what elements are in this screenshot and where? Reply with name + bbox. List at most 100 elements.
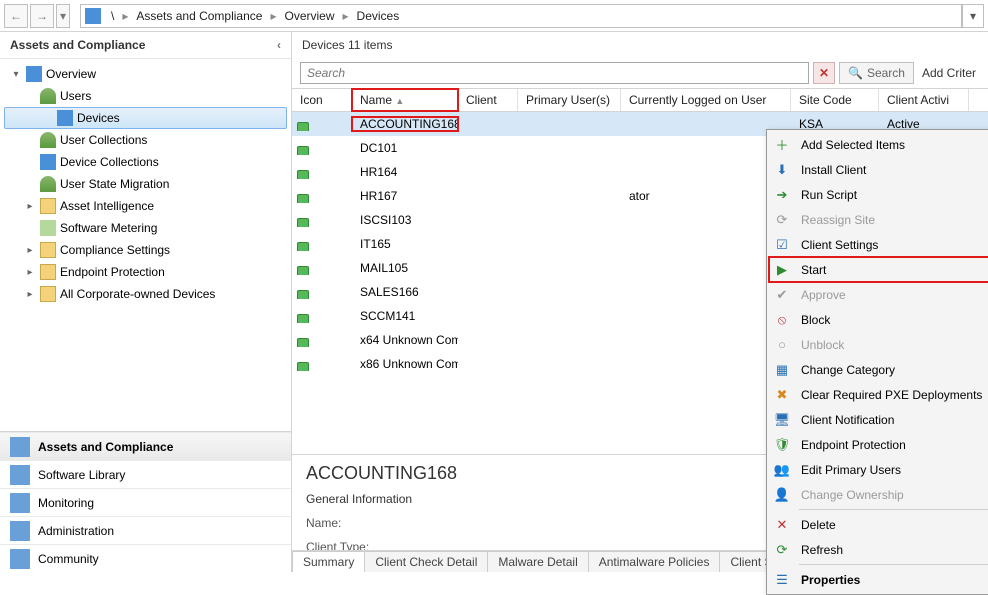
menu-item-reassign-site: ⟳Reassign Site [769, 207, 988, 232]
menu-label: Properties [801, 573, 988, 587]
workspace-monitoring[interactable]: Monitoring [0, 488, 291, 516]
workspace-community[interactable]: Community [0, 544, 291, 572]
cell-name: HR167 [352, 189, 458, 203]
tree-item-label: User Collections [60, 133, 147, 147]
menu-item-install-client[interactable]: ⬇Install Client [769, 157, 988, 182]
menu-item-change-category[interactable]: ▦Change Category [769, 357, 988, 382]
workspace-assets-and-compliance[interactable]: Assets and Compliance [0, 432, 291, 460]
menu-label: Install Client [801, 163, 988, 177]
tree-item-users[interactable]: Users [0, 85, 291, 107]
expand-icon[interactable]: ▾ [10, 69, 22, 80]
misc-icon [40, 220, 56, 236]
nav-back-button[interactable]: ← [4, 4, 28, 28]
search-button[interactable]: 🔍 Search [839, 62, 914, 84]
workspace-label: Assets and Compliance [38, 440, 173, 454]
th-icon[interactable]: Icon [292, 89, 352, 111]
content-header: Devices 11 items [292, 32, 988, 58]
sort-asc-icon: ▲ [395, 96, 404, 106]
tree-item-label: Asset Intelligence [60, 199, 154, 213]
menu-item-delete[interactable]: ✕DeleteDelete [769, 512, 988, 537]
tree-item-device-collections[interactable]: Device Collections [0, 151, 291, 173]
top-nav-bar: ← → ▾ \▸ Assets and Compliance▸ Overview… [0, 0, 988, 32]
expand-icon[interactable]: ▸ [24, 245, 36, 256]
breadcrumb[interactable]: \▸ Assets and Compliance▸ Overview▸ Devi… [80, 4, 962, 28]
cell-name: MAIL105 [352, 261, 458, 275]
menu-label: Run Script [801, 188, 988, 202]
folder-icon [40, 242, 56, 258]
menu-item-properties[interactable]: ☰Properties [769, 567, 988, 592]
menu-item-unblock: ○Unblock [769, 332, 988, 357]
expand-icon[interactable]: ▸ [24, 289, 36, 300]
search-clear-button[interactable]: ✕ [813, 62, 835, 84]
breadcrumb-p2[interactable]: Overview [278, 9, 340, 23]
th-logged[interactable]: Currently Logged on User [621, 89, 791, 111]
tree-item-user-state-migration[interactable]: User State Migration [0, 173, 291, 195]
menu-item-client-notification[interactable]: 🖥Client Notification▶ [769, 407, 988, 432]
device-context-menu: ＋Add Selected Items▶⬇Install Client➔Run … [766, 129, 988, 595]
tree-item-label: Devices [77, 111, 120, 125]
tree-item-devices[interactable]: Devices [4, 107, 287, 129]
tab-antimalware-policies[interactable]: Antimalware Policies [588, 551, 721, 572]
breadcrumb-p1[interactable]: Assets and Compliance [130, 9, 268, 23]
tree-item-asset-intelligence[interactable]: ▸ Asset Intelligence [0, 195, 291, 217]
workspace-label: Monitoring [38, 496, 94, 510]
cell-name: IT165 [352, 237, 458, 251]
workspace-icon [10, 549, 30, 569]
menu-item-refresh[interactable]: ⟳RefreshF5 [769, 537, 988, 562]
tree-item-endpoint-protection[interactable]: ▸Endpoint Protection [0, 261, 291, 283]
workspace-administration[interactable]: Administration [0, 516, 291, 544]
workspace-icon [10, 493, 30, 513]
th-primary[interactable]: Primary User(s) [518, 89, 621, 111]
tree-item-software-metering[interactable]: Software Metering [0, 217, 291, 239]
menu-icon: ▶ [773, 261, 791, 279]
tree-item-label: Overview [46, 67, 96, 81]
expand-icon[interactable]: ▸ [24, 267, 36, 278]
th-activ[interactable]: Client Activi [879, 89, 969, 111]
menu-label: Client Settings [801, 238, 988, 252]
th-name[interactable]: Name ▲ [352, 89, 458, 111]
breadcrumb-root[interactable]: \ [105, 9, 120, 23]
breadcrumb-dropdown[interactable]: ▾ [962, 4, 984, 28]
cell-name: ISCSI103 [352, 213, 458, 227]
search-icon: 🔍 [848, 66, 863, 80]
tab-client-check-detail[interactable]: Client Check Detail [364, 551, 488, 572]
menu-item-add-selected-items[interactable]: ＋Add Selected Items▶ [769, 132, 988, 157]
sidebar-collapse-icon[interactable]: ‹ [277, 38, 281, 52]
menu-label: Change Ownership [801, 488, 988, 502]
menu-separator [799, 564, 988, 565]
tree-item-compliance-settings[interactable]: ▸Compliance Settings [0, 239, 291, 261]
expand-icon[interactable]: ▸ [24, 201, 36, 212]
menu-item-block[interactable]: ⦸Block [769, 307, 988, 332]
workspace-software-library[interactable]: Software Library [0, 460, 291, 488]
tab-summary[interactable]: Summary [292, 551, 365, 572]
th-site[interactable]: Site Code [791, 89, 879, 111]
add-criteria-link[interactable]: Add Criter [918, 66, 980, 80]
menu-item-endpoint-protection[interactable]: 🛡Endpoint Protection▶ [769, 432, 988, 457]
nav-history-dropdown[interactable]: ▾ [56, 4, 70, 28]
menu-icon: ✖ [773, 386, 791, 404]
menu-label: Add Selected Items [801, 138, 988, 152]
tree-item-all-corporate-owned-devices[interactable]: ▸All Corporate-owned Devices [0, 283, 291, 305]
nav-forward-button[interactable]: → [30, 4, 54, 28]
menu-item-edit-primary-users[interactable]: 👥Edit Primary Users [769, 457, 988, 482]
search-input[interactable] [300, 62, 809, 84]
menu-item-start[interactable]: ▶Start▶ [769, 257, 988, 282]
workspace-nav: Assets and Compliance Software Library Mon… [0, 431, 291, 572]
workspace-icon [10, 437, 30, 457]
menu-item-client-settings[interactable]: ☑Client Settings▶ [769, 232, 988, 257]
menu-icon: 🛡 [773, 436, 791, 454]
cell-name: ACCOUNTING168 [352, 117, 458, 131]
users-icon [40, 132, 56, 148]
menu-icon: ✔ [773, 286, 791, 304]
tree-item-overview[interactable]: ▾ Overview [0, 63, 291, 85]
breadcrumb-root-icon [85, 8, 101, 24]
tree-item-user-collections[interactable]: User Collections [0, 129, 291, 151]
tab-malware-detail[interactable]: Malware Detail [487, 551, 588, 572]
breadcrumb-p3[interactable]: Devices [351, 9, 406, 23]
menu-item-change-ownership: 👤Change Ownership [769, 482, 988, 507]
th-client[interactable]: Client [458, 89, 518, 111]
workspace-label: Administration [38, 524, 114, 538]
menu-item-clear-required-pxe-deployments[interactable]: ✖Clear Required PXE Deployments [769, 382, 988, 407]
folder-icon [40, 198, 56, 214]
menu-item-run-script[interactable]: ➔Run Script [769, 182, 988, 207]
